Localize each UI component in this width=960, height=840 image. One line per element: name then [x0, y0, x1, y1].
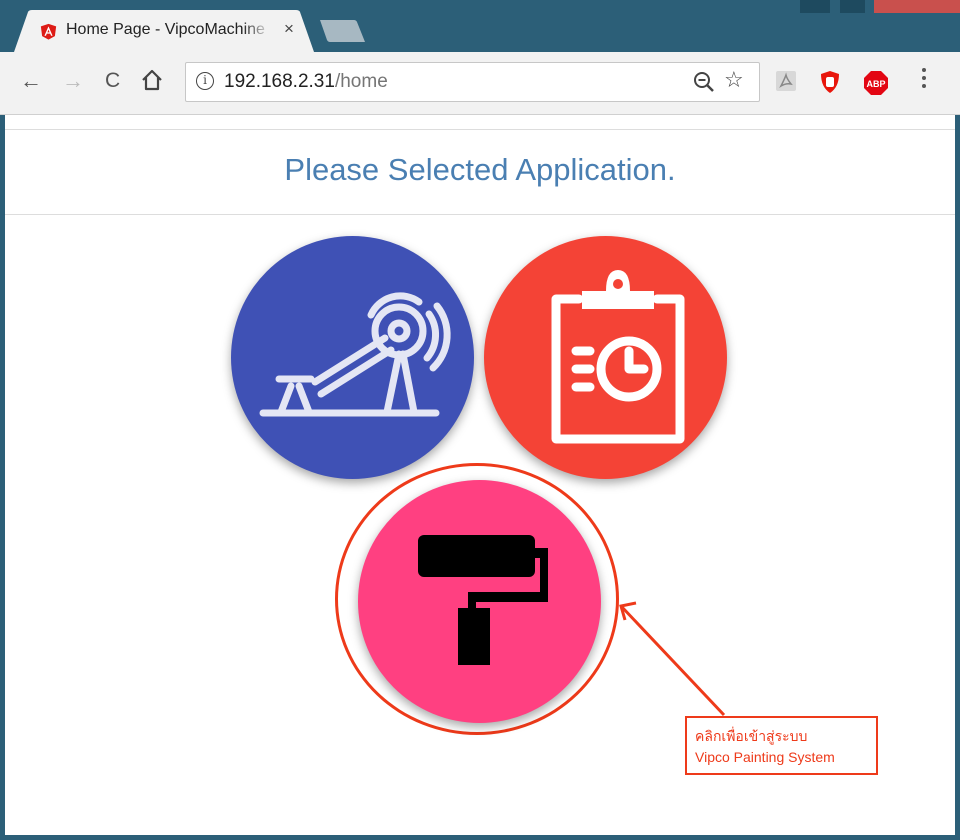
browser-tab[interactable]: Home Page - VipcoMachine ×: [14, 10, 314, 52]
address-bar[interactable]: i 192.168.2.31/home ☆: [185, 62, 760, 102]
tab-title: Home Page - VipcoMachine: [66, 21, 271, 39]
window-controls: [760, 0, 960, 16]
url-host: 192.168.2.31: [224, 71, 335, 92]
pdf-extension-icon[interactable]: [775, 70, 797, 92]
home-icon[interactable]: [141, 68, 163, 92]
maximize-button[interactable]: [840, 0, 865, 13]
forward-button[interactable]: →: [62, 66, 84, 96]
abp-icon[interactable]: ABP: [863, 70, 889, 96]
back-button[interactable]: ←: [20, 66, 42, 96]
browser-titlebar: Home Page - VipcoMachine ×: [0, 0, 960, 52]
bookmark-star-icon[interactable]: ☆: [724, 67, 744, 93]
close-window-button[interactable]: [874, 0, 960, 13]
callout-system-name: Vipco Painting System: [695, 749, 835, 765]
angular-icon: [40, 23, 57, 40]
ublock-icon[interactable]: [818, 70, 842, 94]
zoom-icon[interactable]: [692, 70, 716, 94]
new-tab-button[interactable]: [320, 20, 370, 44]
close-tab-icon[interactable]: ×: [284, 19, 294, 39]
url-text[interactable]: 192.168.2.31/home: [224, 71, 388, 93]
reload-button[interactable]: C: [105, 66, 120, 96]
minimize-button[interactable]: [800, 0, 830, 13]
browser-toolbar: ← → C i 192.168.2.31/home ☆ ABP: [0, 52, 960, 115]
abp-label: ABP: [866, 79, 885, 89]
site-info-icon[interactable]: i: [196, 72, 214, 90]
url-path: /home: [334, 71, 388, 92]
browser-menu-icon[interactable]: [921, 68, 927, 92]
page-content: Please Selected Application. คลิกเพื่อเข…: [5, 115, 955, 835]
annotation-callout: คลิกเพื่อเข้าสู่ระบบ Vipco Painting Syst…: [685, 716, 878, 775]
callout-thai-text: คลิกเพื่อเข้าสู่ระบบ: [695, 728, 808, 744]
